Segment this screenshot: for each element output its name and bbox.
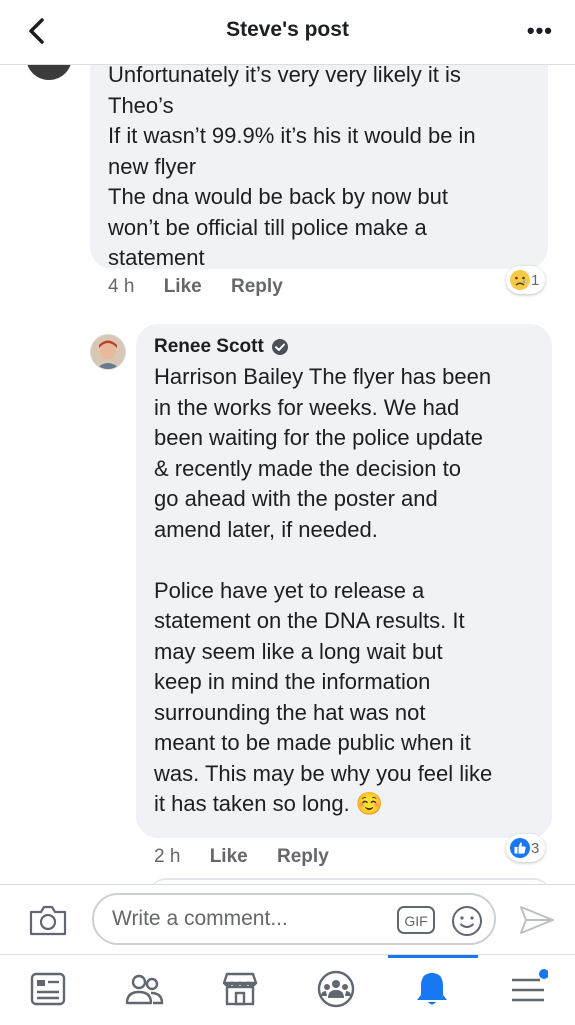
comment-timestamp: 2 h — [154, 846, 181, 867]
reaction-count: 1 — [531, 271, 540, 289]
avatar[interactable] — [90, 334, 126, 370]
reply-button[interactable]: Reply — [231, 276, 283, 297]
avatar[interactable] — [26, 64, 72, 80]
groups-icon[interactable] — [316, 969, 356, 1009]
reaction-summary[interactable]: 3 — [506, 834, 546, 862]
page-title: Steve's post — [226, 18, 349, 41]
emoji-icon[interactable] — [450, 904, 484, 938]
like-button[interactable]: Like — [164, 276, 202, 297]
camera-icon[interactable] — [28, 903, 68, 937]
thumbs-up-icon — [510, 838, 530, 858]
comments-thread[interactable]: Unfortunately it’s very very likely it i… — [0, 64, 575, 884]
top-bar: Steve's post ••• — [0, 0, 575, 65]
reaction-count: 3 — [531, 839, 540, 857]
author-name[interactable]: Renee Scott — [154, 336, 264, 358]
friends-icon[interactable] — [124, 969, 164, 1009]
comment-composer: Write a comment... GIF — [0, 884, 575, 955]
more-options-button[interactable]: ••• — [527, 18, 553, 44]
gif-icon[interactable]: GIF — [396, 904, 436, 936]
menu-icon[interactable] — [508, 969, 548, 1009]
comment-input[interactable]: Write a comment... GIF — [92, 893, 496, 945]
marketplace-icon[interactable] — [220, 969, 260, 1009]
active-tab-indicator — [388, 955, 478, 958]
comment-bubble[interactable]: Unfortunately it’s very very likely it i… — [90, 64, 548, 270]
reply-button[interactable]: Reply — [277, 846, 329, 867]
send-icon[interactable] — [518, 903, 556, 937]
reaction-summary[interactable]: 1 — [506, 266, 546, 294]
comment-text: Unfortunately it’s very very likely it i… — [108, 64, 476, 270]
svg-text:GIF: GIF — [404, 913, 427, 929]
like-button[interactable]: Like — [210, 846, 248, 867]
comment-actions: 2 h Like Reply — [154, 846, 353, 868]
sad-cry-emoji-icon — [510, 270, 530, 290]
news-feed-icon[interactable] — [28, 969, 68, 1009]
comment-author[interactable]: Renee Scott — [154, 336, 289, 358]
bottom-tab-bar — [0, 954, 575, 1025]
comment-timestamp: 4 h — [108, 276, 135, 297]
profile-photo-icon — [91, 335, 125, 369]
comment-actions: 4 h Like Reply — [108, 276, 307, 298]
comment-text: Harrison Bailey The flyer has been in th… — [154, 364, 493, 816]
notifications-bell-icon[interactable] — [412, 969, 452, 1009]
comment-bubble[interactable]: Renee Scott Harrison Bailey The flyer ha… — [136, 324, 552, 838]
verified-badge-icon — [271, 339, 288, 355]
comment-placeholder: Write a comment... — [112, 907, 288, 930]
